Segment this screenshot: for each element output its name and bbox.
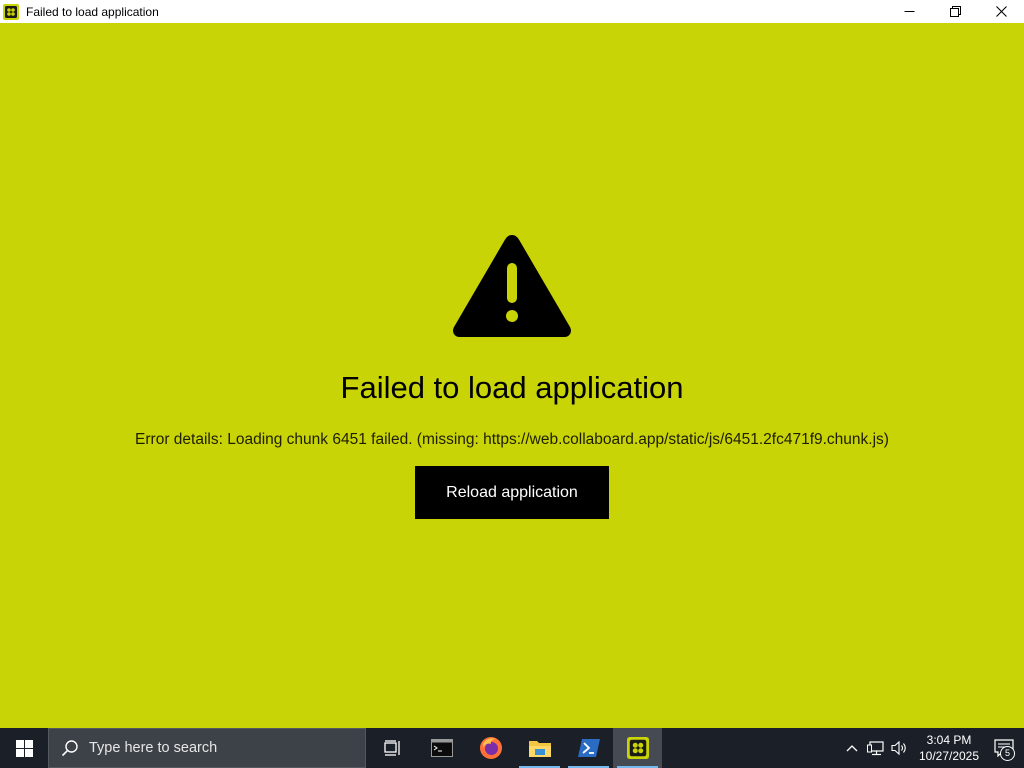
notification-count-badge: 5 [1000, 746, 1015, 761]
terminal-taskbar-button[interactable] [417, 728, 466, 768]
search-icon [61, 740, 78, 757]
task-view-icon [383, 740, 400, 756]
error-heading: Failed to load application [340, 370, 684, 405]
firefox-icon [479, 737, 502, 759]
collaboard-app-icon [3, 3, 19, 20]
close-icon [995, 6, 1007, 17]
task-view-button[interactable] [368, 728, 417, 768]
powershell-taskbar-button[interactable] [564, 728, 613, 768]
restore-button[interactable] [932, 0, 978, 23]
window-title: Failed to load application [26, 4, 159, 19]
search-placeholder: Type here to search [89, 740, 218, 756]
minimize-icon [904, 11, 914, 12]
chevron-up-icon [846, 745, 858, 752]
start-button[interactable] [0, 728, 48, 768]
system-tray: 3:04 PM 10/27/2025 5 [840, 728, 1024, 768]
error-page: Failed to load application Error details… [0, 23, 1024, 728]
error-details: Error details: Loading chunk 6451 failed… [135, 431, 889, 448]
warning-icon [453, 235, 571, 337]
window-title-bar: Failed to load application [0, 0, 1024, 23]
speaker-icon [891, 740, 906, 756]
clock-date: 10/27/2025 [918, 749, 980, 763]
collaboard-app-icon [626, 737, 649, 759]
file-explorer-icon [528, 741, 551, 757]
show-hidden-icons-button[interactable] [840, 728, 864, 768]
taskbar: Type here to search 3:04 PM 10/27/2025 5 [0, 728, 1024, 768]
terminal-icon [430, 739, 453, 757]
minimize-button[interactable] [886, 0, 932, 23]
firefox-taskbar-button[interactable] [466, 728, 515, 768]
restore-icon [949, 6, 961, 17]
windows-logo-icon [15, 739, 33, 757]
powershell-icon [577, 739, 600, 757]
taskbar-search-box[interactable]: Type here to search [48, 728, 366, 768]
action-center-button[interactable]: 5 [984, 728, 1024, 768]
network-icon [867, 741, 884, 756]
window-controls [886, 0, 1024, 23]
file-explorer-taskbar-button[interactable] [515, 728, 564, 768]
close-button[interactable] [978, 0, 1024, 23]
volume-button[interactable] [888, 728, 912, 768]
collaboard-taskbar-button[interactable] [613, 728, 662, 768]
taskbar-clock[interactable]: 3:04 PM 10/27/2025 [914, 732, 984, 764]
network-button[interactable] [864, 728, 888, 768]
reload-application-button[interactable]: Reload application [415, 466, 609, 519]
clock-time: 3:04 PM [926, 733, 972, 747]
